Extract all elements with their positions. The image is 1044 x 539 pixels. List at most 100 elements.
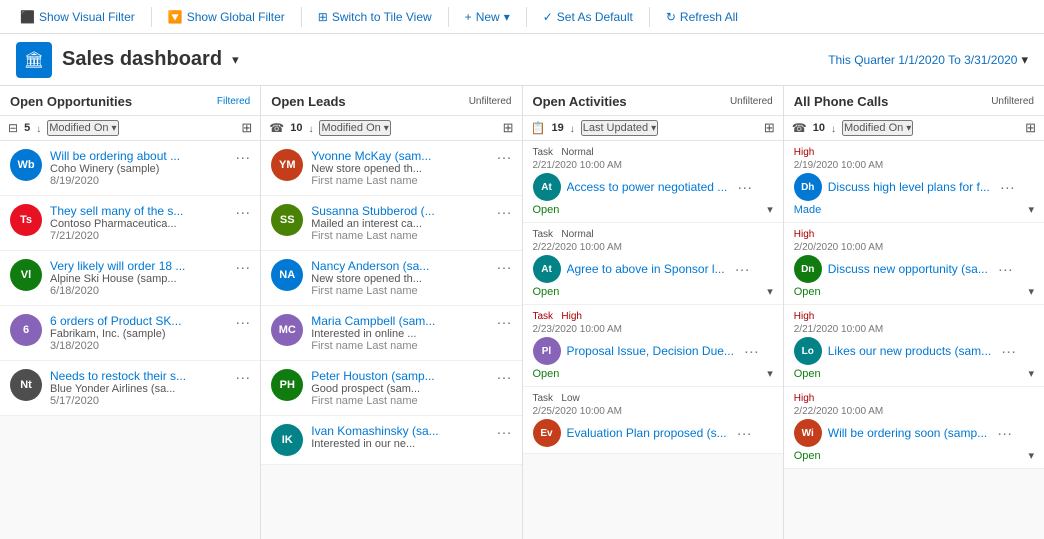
open-activities-panel: Open Activities Unfiltered 📋 19 Last Upd… bbox=[523, 86, 784, 539]
quarter-dropdown-button[interactable]: ▾ bbox=[1021, 52, 1028, 68]
item-content: Yvonne McKay (sam... New store opened th… bbox=[311, 149, 484, 187]
expand-icon[interactable]: ▾ bbox=[1028, 449, 1034, 462]
activities-list: Task Normal 2/21/2020 10:00 AM At Access… bbox=[523, 141, 783, 539]
priority-badge: Task Normal bbox=[533, 147, 594, 158]
more-options-icon[interactable]: ··· bbox=[231, 369, 250, 386]
switch-tile-view-label: Switch to Tile View bbox=[332, 10, 432, 24]
more-options-icon[interactable]: ··· bbox=[231, 314, 250, 331]
lead-item-5[interactable]: PH Peter Houston (samp... Good prospect … bbox=[261, 361, 521, 416]
lead-item-6[interactable]: IK Ivan Komashinsky (sa... Interested in… bbox=[261, 416, 521, 465]
activities-sort-button[interactable]: Last Updated bbox=[581, 120, 658, 136]
opportunity-item-1[interactable]: Wb Will be ordering about ... Coho Winer… bbox=[0, 141, 260, 196]
more-options-icon[interactable]: ··· bbox=[493, 204, 512, 221]
activity-meta: Task Normal bbox=[533, 147, 773, 158]
opportunity-item-3[interactable]: Vl Very likely will order 18 ... Alpine … bbox=[0, 251, 260, 306]
expand-icon[interactable]: ▾ bbox=[1028, 285, 1034, 298]
expand-icon[interactable]: ▾ bbox=[767, 285, 773, 298]
activity-row: Dh Discuss high level plans for f... ··· bbox=[794, 173, 1034, 201]
more-options-icon[interactable]: ··· bbox=[733, 179, 752, 196]
expand-icon[interactable]: ▾ bbox=[1028, 367, 1034, 380]
show-visual-filter-button[interactable]: ⬛ Show Visual Filter bbox=[12, 6, 143, 28]
activities-filter-badge: Unfiltered bbox=[730, 96, 773, 107]
activity-row: Ev Evaluation Plan proposed (s... ··· bbox=[533, 419, 773, 447]
status-label: Open bbox=[533, 204, 560, 216]
phonecalls-view-options[interactable]: ⊞ bbox=[1025, 120, 1036, 136]
more-options-icon[interactable]: ··· bbox=[493, 369, 512, 386]
activity-item-4[interactable]: Task Low 2/25/2020 10:00 AM Ev Evaluatio… bbox=[523, 387, 783, 454]
expand-icon[interactable]: ▾ bbox=[767, 203, 773, 216]
more-options-icon[interactable]: ··· bbox=[493, 424, 512, 441]
leads-view-options[interactable]: ⊞ bbox=[503, 120, 514, 136]
more-options-icon[interactable]: ··· bbox=[997, 343, 1016, 360]
more-options-icon[interactable]: ··· bbox=[994, 261, 1013, 278]
phonecalls-sort-down[interactable] bbox=[831, 121, 836, 135]
more-options-icon[interactable]: ··· bbox=[993, 425, 1012, 442]
expand-icon[interactable]: ▾ bbox=[767, 367, 773, 380]
item-sub: New store opened th... bbox=[311, 273, 484, 285]
more-options-icon[interactable]: ··· bbox=[733, 425, 752, 442]
switch-tile-view-button[interactable]: ⊞ Switch to Tile View bbox=[310, 6, 440, 28]
activities-view-options[interactable]: ⊞ bbox=[764, 120, 775, 136]
item-sub: Good prospect (sam... bbox=[311, 383, 484, 395]
more-options-icon[interactable]: ··· bbox=[731, 261, 750, 278]
item-date: 5/17/2020 bbox=[50, 395, 223, 407]
lead-item-3[interactable]: NA Nancy Anderson (sa... New store opene… bbox=[261, 251, 521, 306]
opportunities-sort-button[interactable]: Modified On bbox=[47, 120, 118, 136]
phonecall-item-2[interactable]: High 2/20/2020 10:00 AM Dn Discuss new o… bbox=[784, 223, 1044, 305]
activity-item-2[interactable]: Task Normal 2/22/2020 10:00 AM At Agree … bbox=[523, 223, 783, 305]
activities-sort-down[interactable] bbox=[570, 121, 575, 135]
phonecall-item-3[interactable]: High 2/21/2020 10:00 AM Lo Likes our new… bbox=[784, 305, 1044, 387]
show-global-filter-button[interactable]: 🔽 Show Global Filter bbox=[160, 6, 293, 28]
activities-subheader: 📋 19 Last Updated ⊞ bbox=[523, 116, 783, 141]
opportunity-item-5[interactable]: Nt Needs to restock their s... Blue Yond… bbox=[0, 361, 260, 416]
phonecall-item-4[interactable]: High 2/22/2020 10:00 AM Wi Will be order… bbox=[784, 387, 1044, 469]
new-button[interactable]: + New ▾ bbox=[457, 6, 518, 28]
lead-item-1[interactable]: YM Yvonne McKay (sam... New store opened… bbox=[261, 141, 521, 196]
expand-icon[interactable]: ▾ bbox=[1028, 203, 1034, 216]
more-options-icon[interactable]: ··· bbox=[231, 204, 250, 221]
lead-item-2[interactable]: SS Susanna Stubberod (... Mailed an inte… bbox=[261, 196, 521, 251]
item-name: Susanna Stubberod (... bbox=[311, 204, 484, 218]
item-date: 7/21/2020 bbox=[50, 230, 223, 242]
leads-sort-button[interactable]: Modified On bbox=[319, 120, 390, 136]
more-options-icon[interactable]: ··· bbox=[996, 179, 1015, 196]
item-name: Ivan Komashinsky (sa... bbox=[311, 424, 484, 438]
item-name: They sell many of the s... bbox=[50, 204, 223, 218]
set-as-default-button[interactable]: ✓ Set As Default bbox=[535, 6, 641, 28]
more-options-icon[interactable]: ··· bbox=[493, 314, 512, 331]
opportunity-item-4[interactable]: 6 6 orders of Product SK... Fabrikam, In… bbox=[0, 306, 260, 361]
activity-item-1[interactable]: Task Normal 2/21/2020 10:00 AM At Access… bbox=[523, 141, 783, 223]
more-options-icon[interactable]: ··· bbox=[493, 149, 512, 166]
activity-item-3[interactable]: Task High 2/23/2020 10:00 AM Pl Proposal… bbox=[523, 305, 783, 387]
activity-meta: High bbox=[794, 393, 1034, 404]
phonecall-item-1[interactable]: High 2/19/2020 10:00 AM Dh Discuss high … bbox=[784, 141, 1044, 223]
activity-status: Made ▾ bbox=[794, 203, 1034, 216]
item-date: 6/18/2020 bbox=[50, 285, 223, 297]
phonecalls-count: 10 bbox=[813, 122, 825, 134]
more-options-icon[interactable]: ··· bbox=[493, 259, 512, 276]
more-options-icon[interactable]: ··· bbox=[740, 343, 759, 360]
activity-meta: High bbox=[794, 311, 1034, 322]
title-dropdown-button[interactable]: ▾ bbox=[232, 52, 239, 68]
status-label: Made bbox=[794, 204, 822, 216]
opportunity-item-2[interactable]: Ts They sell many of the s... Contoso Ph… bbox=[0, 196, 260, 251]
more-options-icon[interactable]: ··· bbox=[231, 259, 250, 276]
phonecalls-sort-button[interactable]: Modified On bbox=[842, 120, 913, 136]
refresh-all-button[interactable]: ↻ Refresh All bbox=[658, 6, 746, 28]
opportunities-sort-chevron bbox=[112, 122, 117, 134]
more-options-icon[interactable]: ··· bbox=[231, 149, 250, 166]
item-content: Ivan Komashinsky (sa... Interested in ou… bbox=[311, 424, 484, 450]
set-default-icon: ✓ bbox=[543, 10, 553, 24]
opportunities-view-options[interactable]: ⊞ bbox=[241, 120, 252, 136]
avatar: YM bbox=[271, 149, 303, 181]
new-icon: + bbox=[465, 10, 472, 24]
opportunities-panel-header: Open Opportunities Filtered bbox=[0, 86, 260, 116]
leads-filter-badge: Unfiltered bbox=[469, 96, 512, 107]
opportunities-sort-down[interactable] bbox=[36, 121, 41, 135]
status-label: Open bbox=[533, 286, 560, 298]
lead-item-4[interactable]: MC Maria Campbell (sam... Interested in … bbox=[261, 306, 521, 361]
header-bar: 🏛 Sales dashboard ▾ This Quarter 1/1/202… bbox=[0, 34, 1044, 86]
leads-sort-down[interactable] bbox=[308, 121, 313, 135]
separator-1 bbox=[151, 7, 152, 27]
activities-sort-label: Last Updated bbox=[583, 122, 648, 134]
